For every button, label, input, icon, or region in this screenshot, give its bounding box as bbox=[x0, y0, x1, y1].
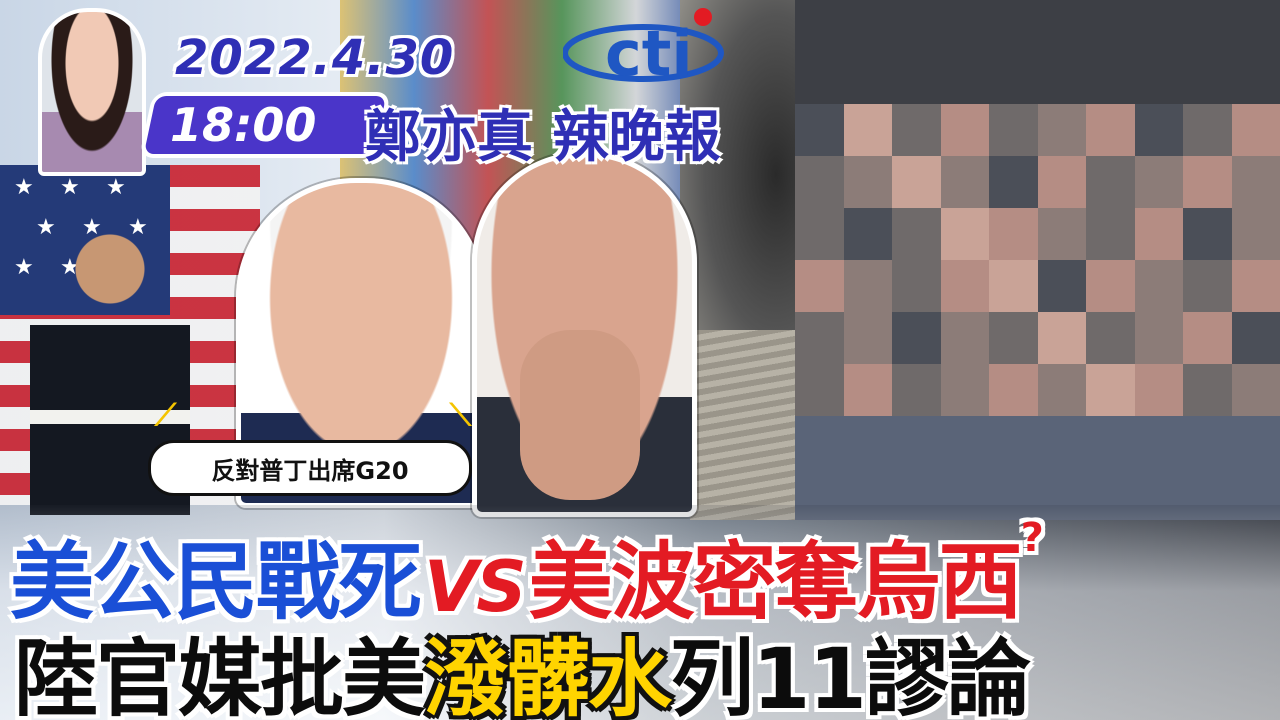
star-icon: ★ bbox=[106, 175, 126, 200]
logo-text: cti bbox=[605, 17, 693, 85]
headline-part-4: 列11謬論 bbox=[670, 630, 1031, 720]
broadcast-date: 2022.4.30 bbox=[175, 30, 455, 86]
callout-text: 反對普丁出席G20 bbox=[211, 456, 409, 485]
star-icon: ★ bbox=[14, 175, 34, 200]
headline-line-2: 陸官媒批美潑髒水列11謬論 bbox=[14, 612, 1031, 720]
pixelated-face-image bbox=[795, 0, 1280, 520]
headline-part-3: 陸官媒批美 bbox=[14, 630, 426, 720]
show-title: 鄭亦真 辣晚報 bbox=[365, 105, 721, 170]
cti-logo: cti bbox=[563, 8, 724, 85]
question-mark: ? bbox=[1020, 515, 1044, 561]
headline-highlight: 潑髒水 bbox=[424, 630, 672, 720]
spark-icon: ⟍ bbox=[450, 398, 471, 433]
spark-icon: ⟋ bbox=[155, 398, 176, 433]
broadcast-time: 18:00 bbox=[170, 98, 317, 152]
callout-bubble: 反對普丁出席G20 bbox=[148, 440, 472, 496]
star-icon: ★ bbox=[60, 175, 80, 200]
anchor-photo bbox=[38, 8, 146, 176]
putin-hand bbox=[520, 330, 640, 500]
thumbnail: ★ ★ ★ ★ ★ ★ ★ ★ ★ 2022.4.30 18:00 鄭亦真 辣晚… bbox=[0, 0, 1280, 720]
logo-dot-icon bbox=[694, 8, 712, 26]
